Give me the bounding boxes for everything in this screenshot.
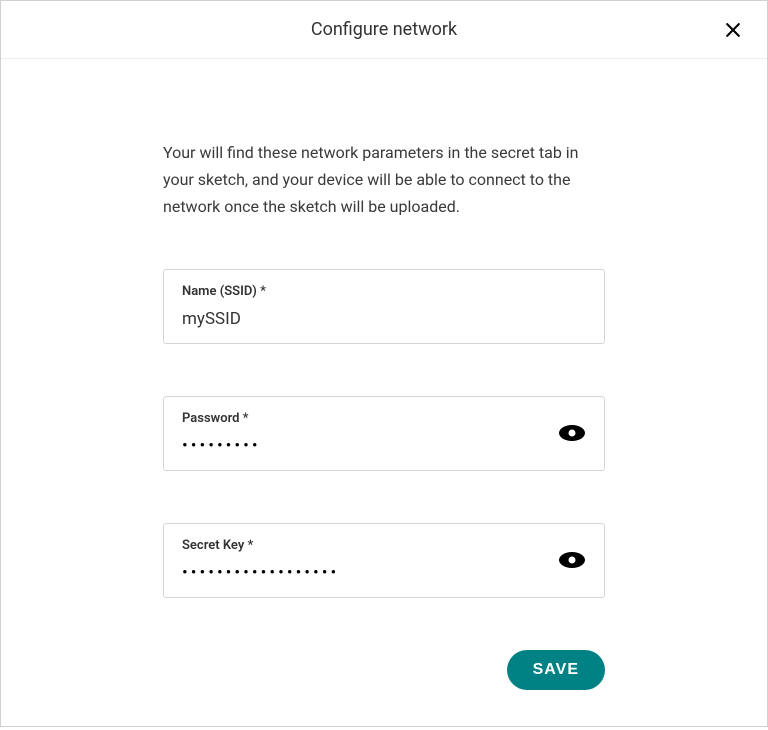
secret-key-input[interactable]: •••••••••••••••••• <box>182 563 586 583</box>
secret-key-field-group: Secret Key * •••••••••••••••••• <box>163 523 605 598</box>
eye-icon <box>558 550 586 570</box>
ssid-field-group: Name (SSID) * <box>163 269 605 344</box>
save-button[interactable]: SAVE <box>507 650 605 690</box>
password-input[interactable]: ••••••••• <box>182 436 586 456</box>
password-field-group: Password * ••••••••• <box>163 396 605 471</box>
close-button[interactable] <box>723 20 743 40</box>
button-row: SAVE <box>163 650 605 690</box>
close-icon <box>723 20 743 40</box>
description-text: Your will find these network parameters … <box>163 139 605 221</box>
dialog-title: Configure network <box>311 19 457 40</box>
ssid-input[interactable] <box>182 309 586 329</box>
toggle-secret-key-visibility[interactable] <box>558 550 586 570</box>
eye-icon <box>558 423 586 443</box>
ssid-label: Name (SSID) * <box>182 284 586 299</box>
secret-key-label: Secret Key * <box>182 538 586 553</box>
password-label: Password * <box>182 411 586 426</box>
toggle-password-visibility[interactable] <box>558 423 586 443</box>
dialog-content: Your will find these network parameters … <box>1 59 767 730</box>
dialog-header: Configure network <box>1 1 767 59</box>
